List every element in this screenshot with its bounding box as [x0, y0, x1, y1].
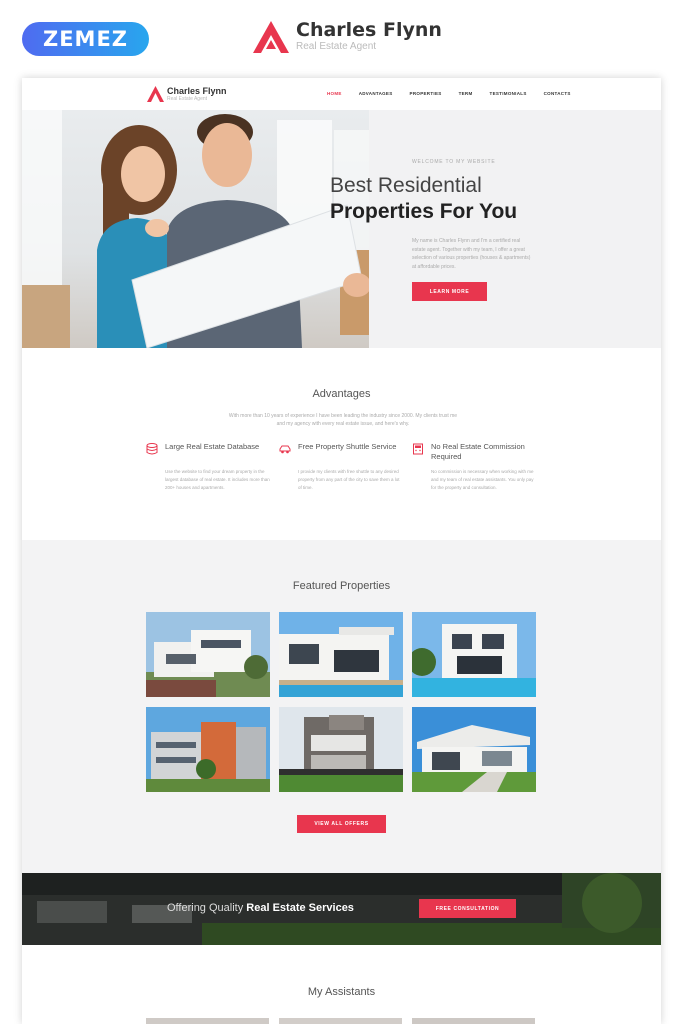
hero-section: WELCOME TO MY WEBSITE Best Residential P… — [22, 110, 661, 348]
main-menu: HOME ADVANTAGES PROPERTIES TERM TESTIMON… — [327, 91, 588, 96]
property-thumb-1[interactable] — [146, 612, 270, 697]
brand-tagline: Real Estate Agent — [296, 41, 377, 52]
advantage-title: Large Real Estate Database — [165, 442, 260, 451]
view-all-offers-button[interactable]: VIEW ALL OFFERS — [297, 815, 386, 833]
menu-item-advantages[interactable]: ADVANTAGES — [359, 91, 393, 96]
learn-more-button[interactable]: LEARN MORE — [412, 282, 487, 301]
assistant-photo-2 — [279, 1018, 402, 1024]
assistants-title: My Assistants — [307, 986, 376, 998]
assistant-photo-3 — [412, 1018, 535, 1024]
property-thumb-6[interactable] — [412, 707, 536, 792]
banner-text-regular: Offering Quality — [167, 902, 244, 914]
hero-photo — [22, 110, 369, 348]
advantages-subtitle: With more than 10 years of experience I … — [228, 413, 458, 427]
brand-name: Charles Flynn — [296, 19, 442, 41]
menu-item-properties[interactable]: PROPERTIES — [410, 91, 442, 96]
logo-tagline: Real Estate Agent — [167, 95, 208, 102]
site-preview: Charles Flynn Real Estate Agent HOME ADV… — [22, 78, 661, 1024]
advantage-text: I provide my clients with free shuttle t… — [298, 469, 400, 490]
property-thumb-4[interactable] — [146, 707, 270, 792]
brand-header: Charles Flynn Real Estate Agent — [252, 20, 442, 54]
hero-title-line1: Best Residential — [330, 174, 482, 197]
banner-text-bold: Real Estate Services — [246, 902, 354, 914]
database-icon — [146, 443, 158, 455]
hero-welcome: WELCOME TO MY WEBSITE — [412, 159, 496, 165]
services-banner: Offering Quality Real Estate Services FR… — [22, 873, 661, 945]
assistant-photo-1 — [146, 1018, 269, 1024]
site-logo[interactable]: Charles Flynn Real Estate Agent — [147, 86, 227, 102]
advantage-text: Use the website to find your dream prope… — [165, 469, 270, 490]
menu-item-testimonials[interactable]: TESTIMONIALS — [490, 91, 527, 96]
couple-illustration — [97, 114, 369, 348]
advantage-text: No commission is necessary when working … — [431, 469, 534, 490]
featured-section: Featured Properties VIEW ALL OFFERS — [22, 540, 661, 873]
brand-logo-icon — [253, 21, 289, 53]
logo-name: Charles Flynn — [167, 85, 227, 96]
menu-item-contacts[interactable]: CONTACTS — [544, 91, 571, 96]
top-navigation: Charles Flynn Real Estate Agent HOME ADV… — [22, 78, 661, 110]
zemez-badge[interactable]: ZEMEZ — [22, 22, 149, 56]
hero-title-line2: Properties For You — [330, 200, 518, 223]
advantage-title: Free Property Shuttle Service — [298, 442, 397, 451]
calculator-icon — [413, 443, 423, 455]
advantages-title: Advantages — [312, 388, 371, 400]
car-icon — [279, 445, 291, 454]
property-thumb-2[interactable] — [279, 612, 403, 697]
advantage-title: No Real Estate Commission Required — [431, 442, 525, 461]
banner-text: Offering Quality Real Estate Services — [167, 902, 354, 914]
logo-icon — [147, 86, 164, 102]
hero-paragraph: My name is Charles Flynn and I'm a certi… — [412, 238, 531, 270]
property-thumb-5[interactable] — [279, 707, 403, 792]
menu-item-term[interactable]: TERM — [459, 91, 473, 96]
property-thumb-3[interactable] — [412, 612, 536, 697]
free-consultation-button[interactable]: FREE CONSULTATION — [419, 899, 516, 918]
featured-title: Featured Properties — [292, 580, 391, 592]
menu-item-home[interactable]: HOME — [327, 91, 342, 96]
